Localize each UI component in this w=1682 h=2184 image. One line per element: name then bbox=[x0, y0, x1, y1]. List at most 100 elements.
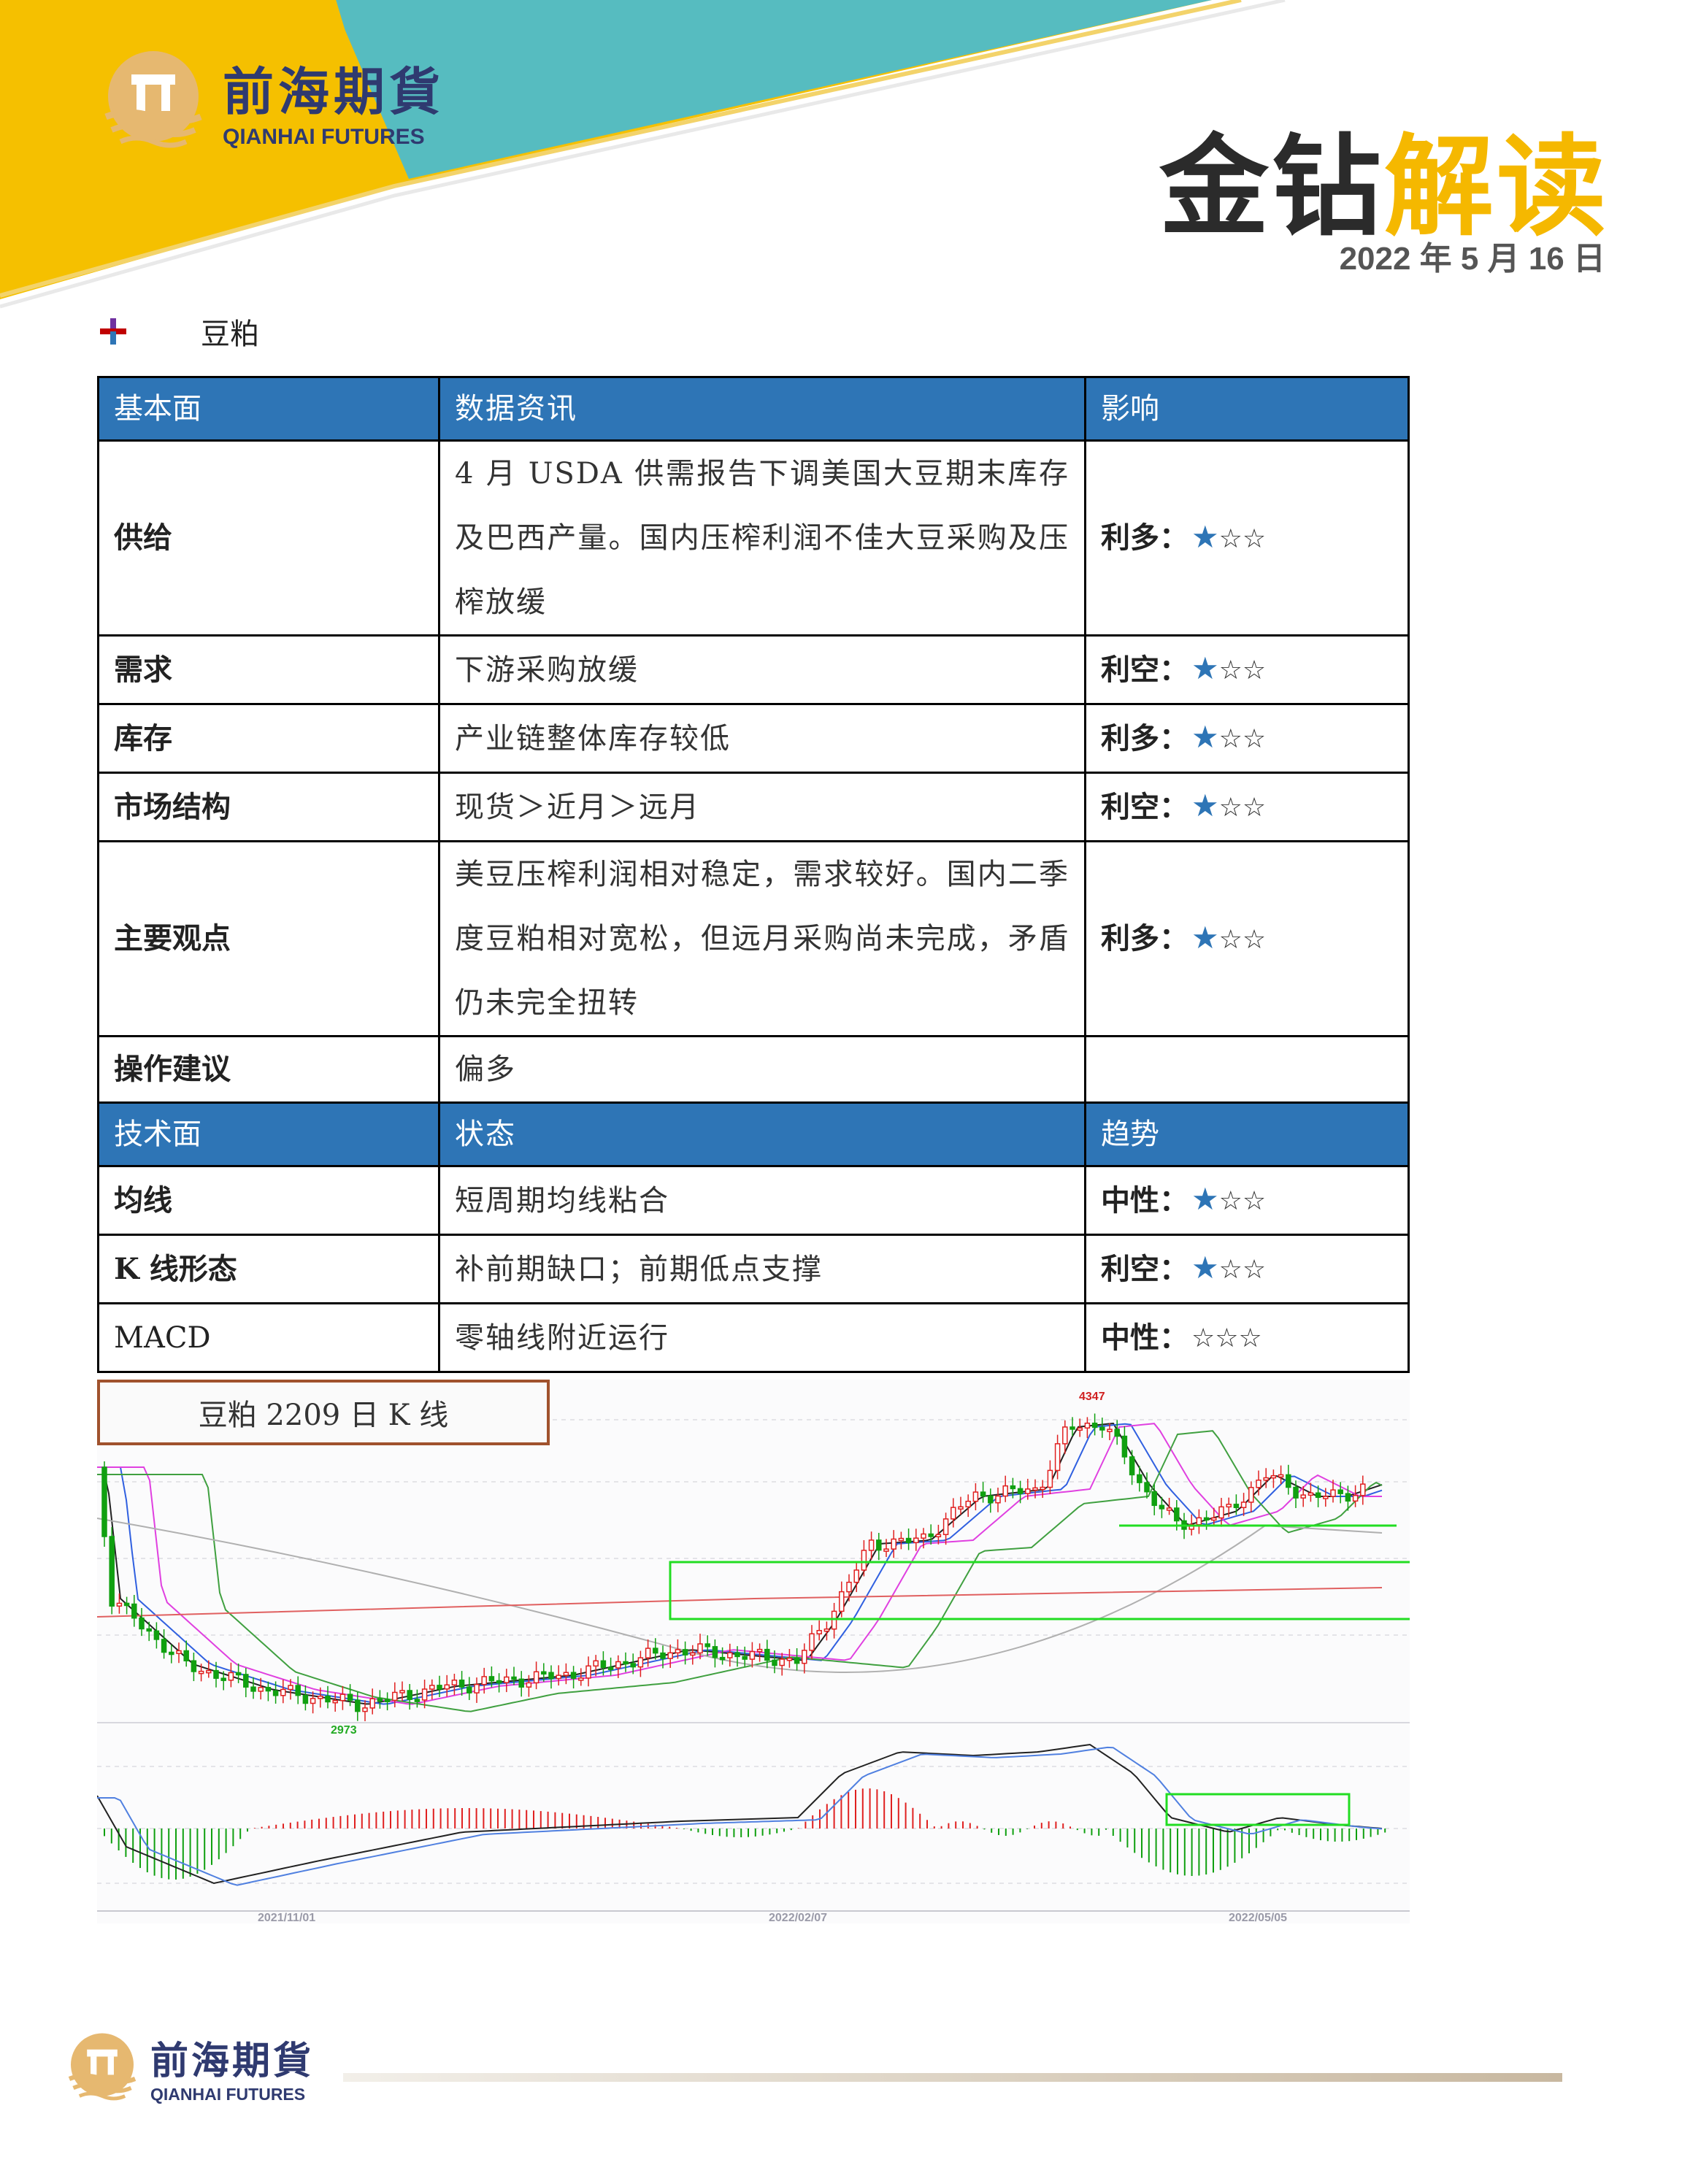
candle-body bbox=[161, 1639, 167, 1653]
candle-body bbox=[995, 1495, 1001, 1504]
star-rating: ★☆☆ bbox=[1191, 1167, 1266, 1234]
candle-body bbox=[258, 1687, 264, 1692]
candle-body bbox=[131, 1603, 137, 1619]
factor-cell: K 线形态 bbox=[97, 1234, 440, 1304]
candle-body bbox=[1062, 1426, 1068, 1445]
star-empty-icon: ☆☆ bbox=[1218, 724, 1267, 754]
ma-line-10 bbox=[97, 1423, 1383, 1705]
impact-text: 利空： bbox=[1101, 1251, 1188, 1286]
ma-line-5 bbox=[97, 1422, 1383, 1705]
impact-cell: 利多： ★☆☆ bbox=[1084, 703, 1410, 774]
candle-body bbox=[1047, 1469, 1053, 1488]
candle-body bbox=[116, 1602, 123, 1607]
impact-text: 利多： bbox=[1101, 720, 1188, 755]
company-logo-icon bbox=[68, 2033, 137, 2101]
star-empty-icon: ☆☆ bbox=[1218, 924, 1267, 955]
candle-body bbox=[988, 1495, 994, 1504]
candle-body bbox=[437, 1685, 442, 1690]
info-cell: 下游采购放缓 bbox=[438, 634, 1086, 705]
header-cell: 数据资讯 bbox=[438, 376, 1086, 442]
candle-body bbox=[831, 1610, 837, 1630]
candle-body bbox=[139, 1617, 145, 1630]
candle-body bbox=[675, 1649, 681, 1654]
candle-body bbox=[1040, 1486, 1045, 1491]
candle-body bbox=[421, 1688, 428, 1701]
candle-body bbox=[1337, 1489, 1343, 1494]
impact-cell: 利空： ★☆☆ bbox=[1084, 772, 1410, 842]
table-row: MACD 零轴线附近运行 中性： ☆☆☆ bbox=[97, 1302, 1410, 1373]
candle-body bbox=[318, 1695, 323, 1699]
impact-cell bbox=[1084, 1035, 1410, 1104]
candle-body bbox=[1226, 1504, 1232, 1508]
candle-body bbox=[548, 1672, 554, 1680]
candle-body bbox=[868, 1539, 875, 1551]
candle-body bbox=[325, 1695, 331, 1703]
star-rating: ☆☆☆ bbox=[1191, 1304, 1262, 1371]
candle-body bbox=[719, 1656, 726, 1661]
macd-lines bbox=[96, 1743, 1383, 1886]
candle-body bbox=[1248, 1487, 1254, 1503]
impact-cell: 中性： ★☆☆ bbox=[1084, 1165, 1410, 1236]
table-row: 操作建议 偏多 bbox=[97, 1035, 1410, 1104]
table-row: 供给 4 月 USDA 供需报告下调美国大豆期末库存及巴西产量。国内压榨利润不佳… bbox=[97, 439, 1410, 637]
candle-body bbox=[1002, 1485, 1008, 1497]
candle-body bbox=[742, 1656, 748, 1660]
candle-body bbox=[526, 1682, 532, 1688]
candle-body bbox=[1017, 1488, 1024, 1494]
factor-cell: MACD bbox=[97, 1302, 440, 1373]
candle-body bbox=[206, 1669, 212, 1674]
info-cell: 短周期均线粘合 bbox=[438, 1165, 1086, 1236]
footer-rule bbox=[343, 2073, 1562, 2082]
impact-text: 利多： bbox=[1101, 520, 1188, 555]
analysis-table: 基本面 数据资讯 影响 供给 4 月 USDA 供需报告下调美国大豆期末库存及巴… bbox=[97, 376, 1410, 1373]
technical-header-row: 技术面 状态 趋势 bbox=[97, 1101, 1410, 1167]
candle-body bbox=[339, 1693, 346, 1702]
candle-body bbox=[563, 1672, 569, 1676]
candle-body bbox=[965, 1500, 971, 1508]
candle-body bbox=[1263, 1477, 1269, 1481]
candle-body bbox=[384, 1699, 391, 1702]
candle-body bbox=[1032, 1487, 1038, 1491]
candle-body bbox=[712, 1646, 718, 1658]
candle-body bbox=[1099, 1426, 1105, 1431]
candle-body bbox=[1151, 1491, 1157, 1507]
candle-body bbox=[451, 1679, 458, 1686]
footer-logo: 前海期貨 QIANHAI FUTURES bbox=[64, 2029, 314, 2105]
candle-body bbox=[1233, 1504, 1240, 1509]
candle-body bbox=[466, 1686, 472, 1693]
candle-body bbox=[220, 1677, 226, 1681]
page-footer: 前海期貨 QIANHAI FUTURES bbox=[0, 2015, 1682, 2117]
candle-body bbox=[504, 1676, 510, 1683]
candle-body bbox=[191, 1660, 197, 1672]
candle-body bbox=[913, 1537, 919, 1544]
moving-averages bbox=[96, 1422, 1383, 1712]
candle-body bbox=[578, 1677, 584, 1681]
candle-body bbox=[1293, 1486, 1299, 1499]
company-logo-icon bbox=[104, 51, 202, 148]
candle-body bbox=[280, 1688, 286, 1696]
impact-text: 利多： bbox=[1101, 921, 1188, 956]
candle-body bbox=[109, 1536, 115, 1607]
candle-body bbox=[630, 1663, 636, 1668]
star-filled-icon: ★ bbox=[1191, 788, 1219, 823]
star-rating: ★☆☆ bbox=[1191, 505, 1266, 572]
impact-cell: 利空： ★☆☆ bbox=[1084, 634, 1410, 705]
macd-dea-line bbox=[97, 1746, 1383, 1886]
candle-body bbox=[1345, 1493, 1351, 1502]
candle-body bbox=[794, 1657, 800, 1664]
candle-body bbox=[1278, 1474, 1284, 1478]
candle-body bbox=[600, 1660, 607, 1669]
star-empty-icon: ☆☆ bbox=[1218, 655, 1267, 685]
candle-body bbox=[1174, 1507, 1180, 1522]
candle-body bbox=[265, 1687, 272, 1692]
candle-body bbox=[518, 1678, 524, 1688]
candle-body bbox=[667, 1652, 673, 1659]
star-empty-icon: ☆☆ bbox=[1218, 1255, 1267, 1285]
impact-text: 利空： bbox=[1101, 652, 1188, 687]
candle-body bbox=[623, 1661, 629, 1665]
info-cell: 零轴线附近运行 bbox=[438, 1302, 1086, 1373]
candle-body bbox=[1159, 1504, 1165, 1510]
candle-body bbox=[905, 1537, 912, 1544]
candle-body bbox=[637, 1657, 644, 1668]
info-cell: 美豆压榨利润相对稳定，需求较好。国内二季度豆粕相对宽松，但远月采购尚未完成，矛盾… bbox=[438, 840, 1086, 1037]
